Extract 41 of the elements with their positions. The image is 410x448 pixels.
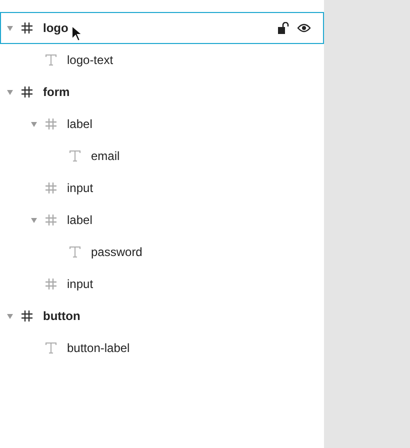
text-icon [45,54,57,66]
layer-row[interactable]: label [0,108,324,140]
hash-icon [45,278,57,290]
expand-triangle-icon[interactable] [31,218,37,222]
layer-name: form [43,84,70,101]
layer-row[interactable]: form [0,76,324,108]
expand-triangle-icon[interactable] [7,314,13,318]
hash-icon [21,86,33,98]
layer-row[interactable]: password [0,236,324,268]
layer-name: label [67,116,92,133]
layer-name: logo [43,20,68,37]
text-icon [69,246,81,258]
layer-name: button-label [67,340,130,357]
layer-name: email [91,148,120,165]
layer-name: logo-text [67,52,114,69]
layer-name: label [67,212,92,229]
layer-row[interactable]: input [0,268,324,300]
layer-row[interactable]: button-label [0,332,324,364]
expand-triangle-icon[interactable] [31,122,37,126]
hash-icon [21,22,33,34]
hash-icon [45,182,57,194]
hash-icon [21,310,33,322]
text-icon [45,342,57,354]
unlocked-padlock-icon[interactable] [278,22,289,34]
expand-triangle-icon[interactable] [7,26,13,30]
eye-icon[interactable] [297,23,311,33]
layer-row[interactable]: input [0,172,324,204]
cursor-icon [71,25,83,42]
layer-row[interactable]: logo-text [0,44,324,76]
layer-name: input [67,180,94,197]
expand-triangle-icon[interactable] [7,90,13,94]
hash-icon [45,118,57,130]
layer-row[interactable]: email [0,140,324,172]
layer-row[interactable]: label [0,204,324,236]
layer-name: button [43,308,80,325]
hash-icon [45,214,57,226]
text-icon [69,150,81,162]
layer-row[interactable]: logo [0,12,324,44]
layer-row[interactable]: button [0,300,324,332]
layer-name: input [67,276,94,293]
layer-name: password [91,244,142,261]
